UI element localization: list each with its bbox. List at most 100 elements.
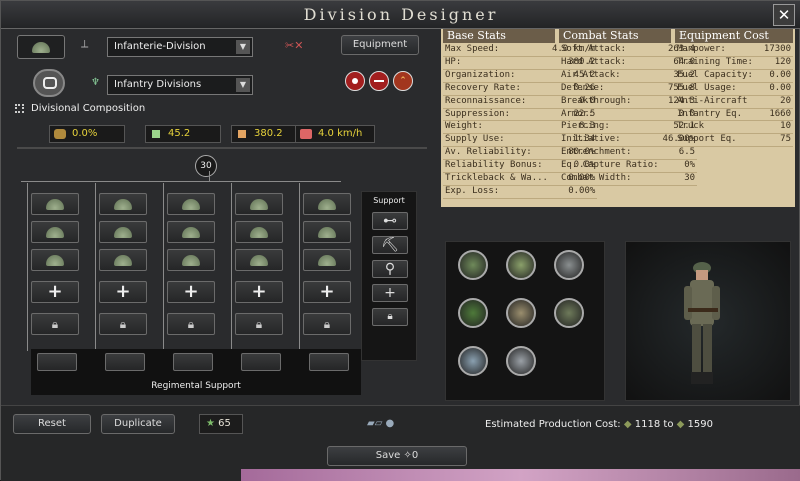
duplicate-button[interactable]: Duplicate <box>101 414 175 434</box>
stat-label: Av. Reliability: <box>445 147 532 158</box>
stat-label: Weight: <box>445 121 483 132</box>
green-square-icon <box>152 130 160 138</box>
equipment-conversion-icon: ▰▱ ● <box>367 418 395 429</box>
helmet-icon <box>182 227 200 238</box>
regimental-support-slot-4[interactable] <box>241 353 281 371</box>
division-designer-window: Division Designer ✕ ⟂ Infanterie-Divisio… <box>0 0 800 481</box>
upgrade-button[interactable]: ⌃ <box>393 71 413 91</box>
stat-value: 1660 <box>769 108 791 119</box>
infantry-battalion-slot[interactable] <box>167 221 215 243</box>
stat-value: 20 <box>780 95 791 106</box>
terrain-modifier-icon[interactable] <box>506 250 536 280</box>
equipment-cost-table: Manpower: 17300 Training Time: 120 Fuel Capa… <box>675 44 793 147</box>
infantry-battalion-slot[interactable] <box>235 193 283 215</box>
terrain-modifier-icon[interactable] <box>458 250 488 280</box>
terrain-modifier-icon[interactable] <box>554 298 584 328</box>
equipment-cost-header: Equipment Cost <box>675 29 793 43</box>
stat-label: HP: <box>445 56 462 67</box>
star-icon: ★ <box>206 418 215 429</box>
production-cost: Estimated Production Cost: ◆ 1118 to ◆ 1… <box>485 419 713 430</box>
regimental-support-slot-1[interactable] <box>37 353 77 371</box>
stat-row: Eq. Capture Ratio: 0% <box>559 160 698 173</box>
plus-icon: + <box>251 281 267 302</box>
support-add-slot[interactable]: + <box>372 284 408 302</box>
save-button[interactable]: Save ✧0 <box>327 446 467 466</box>
add-battalion-slot[interactable]: + <box>31 281 79 303</box>
reset-label: Reset <box>38 418 66 429</box>
add-battalion-slot[interactable]: + <box>235 281 283 303</box>
stat-label: Suppression: <box>445 108 511 119</box>
support-column: Support ⊷ ⛏ ⚲ + 🔒︎ <box>361 191 417 361</box>
locked-battalion-slot: 🔒︎ <box>99 313 147 335</box>
rank-chevrons-icon: ⌃ <box>399 76 407 86</box>
division-symbol-button[interactable] <box>33 69 65 97</box>
support-slot-2[interactable]: ⛏ <box>372 236 408 254</box>
infantry-battalion-slot[interactable] <box>31 249 79 271</box>
stat-label: Trickleback & Wa... <box>445 173 548 184</box>
stat-label: Initiative: <box>561 134 621 145</box>
stat-value: 0.00 <box>769 69 791 80</box>
regimental-support-slot-5[interactable] <box>309 353 349 371</box>
stat-label: Supply Use: <box>445 134 505 145</box>
regimental-support-slot-2[interactable] <box>105 353 145 371</box>
stat-label: Support Eq. <box>677 134 737 145</box>
add-battalion-slot[interactable]: + <box>167 281 215 303</box>
infantry-battalion-slot[interactable] <box>99 249 147 271</box>
boot-icon <box>300 129 312 139</box>
stat-value: 0% <box>684 160 696 171</box>
lock-icon: 🔒︎ <box>255 317 263 331</box>
reset-button[interactable]: Reset <box>13 414 91 434</box>
close-button[interactable]: ✕ <box>773 4 795 26</box>
terrain-modifier-icon[interactable] <box>506 298 536 328</box>
regimental-support-slot-3[interactable] <box>173 353 213 371</box>
stat-label: Entrenchment: <box>561 147 632 158</box>
infantry-battalion-slot[interactable] <box>235 249 283 271</box>
cost-to: to <box>663 419 674 430</box>
infantry-battalion-slot[interactable] <box>31 221 79 243</box>
tree-line <box>21 181 341 182</box>
record-button[interactable] <box>345 71 365 91</box>
title-bar: Division Designer ✕ <box>1 1 800 29</box>
infantry-battalion-slot[interactable] <box>303 249 351 271</box>
equipment-label: Equipment <box>352 39 408 50</box>
terrain-modifier-icon[interactable] <box>506 346 536 376</box>
add-battalion-slot[interactable]: + <box>303 281 351 303</box>
helmet-icon <box>250 227 268 238</box>
production-icon: ◆ <box>623 419 632 430</box>
soldier-portrait-icon <box>684 262 720 384</box>
combat-width-value: 30 <box>200 161 212 171</box>
helmet-icon <box>114 227 132 238</box>
combat-width-badge: 30 <box>195 155 217 177</box>
stat-label: Infantry Eq. <box>677 108 743 119</box>
support-slot-1[interactable]: ⊷ <box>372 212 408 230</box>
lock-icon: 🔒︎ <box>387 311 393 322</box>
infantry-battalion-slot[interactable] <box>167 249 215 271</box>
record-icon <box>352 78 358 84</box>
add-battalion-slot[interactable]: + <box>99 281 147 303</box>
infantry-battalion-slot[interactable] <box>303 221 351 243</box>
terrain-modifier-icon[interactable] <box>554 250 584 280</box>
infantry-battalion-slot[interactable] <box>303 193 351 215</box>
terrain-modifier-icon[interactable] <box>458 346 488 376</box>
experience-display: ★ 65 <box>199 414 243 434</box>
infantry-battalion-slot[interactable] <box>167 193 215 215</box>
terrain-modifier-icon[interactable] <box>458 298 488 328</box>
stat-row: Truck 10 <box>675 121 793 134</box>
support-slot-3[interactable]: ⚲ <box>372 260 408 278</box>
helmet-icon <box>46 227 64 238</box>
helmet-icon <box>250 199 268 210</box>
equipment-button[interactable]: Equipment <box>341 35 419 55</box>
template-name-dropdown[interactable]: Infanterie-Division ▼ <box>107 37 253 57</box>
division-icon-button[interactable] <box>17 35 65 59</box>
save-label: Save <box>375 450 401 461</box>
soft-attack-value: 45.2 <box>168 128 191 139</box>
role-dropdown[interactable]: Infantry Divisions ▼ <box>107 75 253 95</box>
infantry-battalion-slot[interactable] <box>235 221 283 243</box>
infantry-battalion-slot[interactable] <box>31 193 79 215</box>
support-locked-slot: 🔒︎ <box>372 308 408 326</box>
cancel-changes-icon[interactable]: ✂✕ <box>285 39 303 52</box>
stat-row: Anti-Aircraft 20 <box>675 95 793 109</box>
stop-button[interactable] <box>369 71 389 91</box>
infantry-battalion-slot[interactable] <box>99 221 147 243</box>
infantry-battalion-slot[interactable] <box>99 193 147 215</box>
